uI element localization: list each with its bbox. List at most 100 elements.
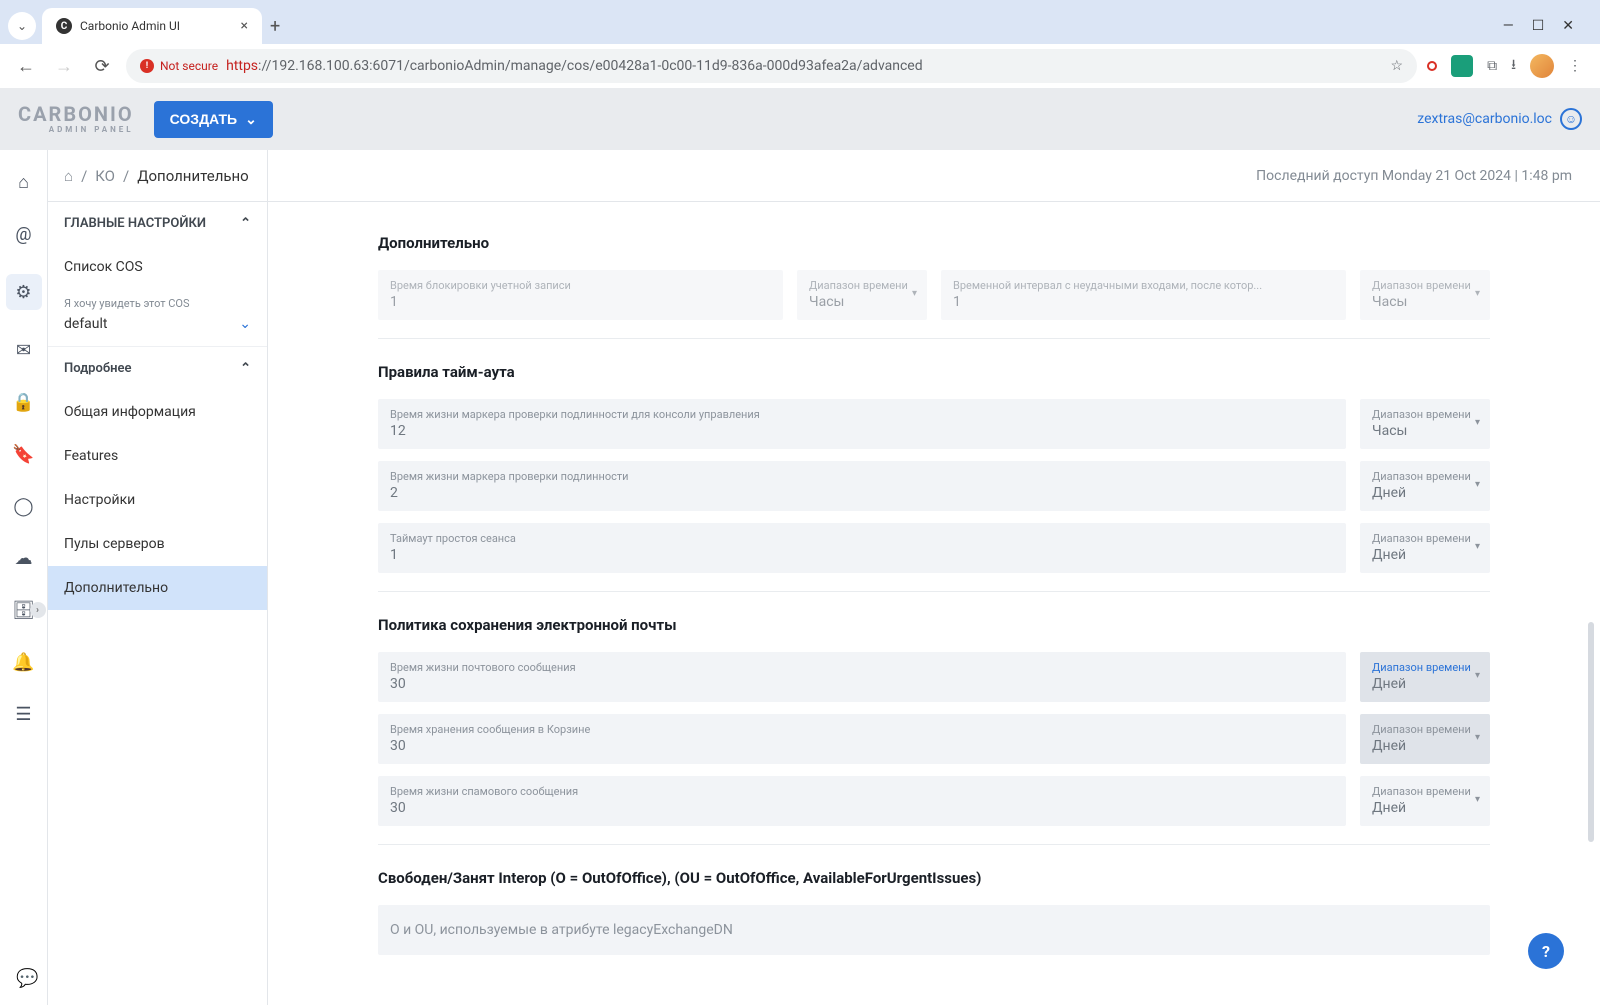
cos-selector[interactable]: Я хочу увидеть этот COS default ⌄ — [48, 289, 267, 347]
chevron-down-icon: ▾ — [1475, 541, 1480, 552]
chevron-down-icon: ▾ — [912, 288, 917, 299]
rail-bookmark-icon[interactable]: 🔖 — [12, 442, 36, 466]
rail-bell-icon[interactable]: 🔔 — [12, 650, 36, 674]
section-title-timeout: Правила тайм-аута — [378, 363, 1490, 381]
console-token-row: Время жизни маркера проверки подлинности… — [378, 399, 1490, 449]
cos-selector-label: Я хочу увидеть этот COS — [64, 297, 251, 310]
console-token-field[interactable]: Время жизни маркера проверки подлинности… — [378, 399, 1346, 449]
create-button[interactable]: СОЗДАТЬ ⌄ — [154, 101, 273, 138]
rail-home-icon[interactable]: ⌂ — [12, 170, 36, 194]
rail-at-icon[interactable]: @ — [12, 222, 36, 246]
fail-interval-field: Временной интервал с неудачными входами,… — [941, 270, 1346, 320]
rail-list-icon[interactable]: ☰ — [12, 702, 36, 726]
sidebar-item-pools[interactable]: Пулы серверов — [48, 522, 267, 566]
auth-token-field[interactable]: Время жизни маркера проверки подлинности… — [378, 461, 1346, 511]
profile-avatar-icon[interactable] — [1530, 54, 1554, 78]
sidebar-item-features[interactable]: Features — [48, 434, 267, 478]
chevron-down-icon: ▾ — [1475, 732, 1480, 743]
extensions-icon[interactable]: ⧉ — [1487, 58, 1497, 74]
breadcrumb: ⌂ / КО / Дополнительно — [48, 150, 267, 202]
breadcrumb-seg1[interactable]: КО — [95, 167, 115, 185]
browser-tab[interactable]: C Carbonio Admin UI × — [42, 8, 262, 44]
spam-row: Время жизни спамового сообщения 30 Диапа… — [378, 776, 1490, 826]
logo: CARBONIO ADMIN PANEL — [18, 104, 134, 134]
rail-storage-icon[interactable]: 🗄› — [12, 598, 36, 622]
rail-backup-icon[interactable]: ☁ — [12, 546, 36, 570]
msg-life-field[interactable]: Время жизни почтового сообщения 30 — [378, 652, 1346, 702]
close-icon[interactable]: × — [241, 18, 248, 34]
rail-lock-icon[interactable]: 🔒 — [12, 390, 36, 414]
sidebar-item-cos-list[interactable]: Список COS — [48, 245, 267, 289]
section-title-advanced: Дополнительно — [378, 234, 1490, 252]
sidebar: ⌂ / КО / Дополнительно ГЛАВНЫЕ НАСТРОЙКИ… — [48, 150, 268, 1005]
sidebar-item-advanced[interactable]: Дополнительно — [48, 566, 267, 610]
sidebar-section-main[interactable]: ГЛАВНЫЕ НАСТРОЙКИ ⌃ — [48, 202, 267, 245]
legacy-dn-row: O и OU, используемые в атрибуте legacyEx… — [378, 905, 1490, 955]
scrollbar-thumb[interactable] — [1588, 622, 1594, 842]
sidebar-item-general[interactable]: Общая информация — [48, 390, 267, 434]
browser-toolbar-icons: ⧉ ⭳ ⋮ — [1427, 54, 1588, 78]
trash-unit-select[interactable]: Диапазон времени Дней ▾ — [1360, 714, 1490, 764]
user-email[interactable]: zextras@carbonio.loc ☺ — [1417, 108, 1582, 130]
content-scroll[interactable]: Дополнительно Время блокировки учетной з… — [268, 202, 1600, 1005]
legacy-dn-field[interactable]: O и OU, используемые в атрибуте legacyEx… — [378, 905, 1490, 955]
main-top-bar: Последний доступ Monday 21 Oct 2024 | 1:… — [268, 150, 1600, 202]
rail-mail-icon[interactable]: ✉ — [12, 338, 36, 362]
reload-icon[interactable]: ⟳ — [88, 52, 116, 80]
lockout-time-field: Время блокировки учетной записи 1 — [378, 270, 783, 320]
maximize-icon[interactable]: ☐ — [1532, 18, 1545, 34]
lockout-row: Время блокировки учетной записи 1 Диапаз… — [378, 270, 1490, 320]
msg-life-unit-select[interactable]: Диапазон времени Дней ▾ — [1360, 652, 1490, 702]
spam-field[interactable]: Время жизни спамового сообщения 30 — [378, 776, 1346, 826]
chevron-down-icon: ⌄ — [239, 316, 251, 332]
chevron-down-icon: ▾ — [1475, 288, 1480, 299]
not-secure-badge[interactable]: ! Not secure — [140, 59, 218, 73]
console-token-unit-select[interactable]: Диапазон времени Часы ▾ — [1360, 399, 1490, 449]
minimize-icon[interactable]: — — [1503, 18, 1514, 34]
tab-title: Carbonio Admin UI — [80, 19, 180, 33]
idle-timeout-unit-select[interactable]: Диапазон времени Дней ▾ — [1360, 523, 1490, 573]
chat-icon[interactable]: 💬 — [16, 968, 38, 989]
main-area: Последний доступ Monday 21 Oct 2024 | 1:… — [268, 150, 1600, 1005]
chevron-down-icon: ▾ — [1475, 794, 1480, 805]
warning-icon: ! — [140, 59, 154, 73]
home-icon[interactable]: ⌂ — [64, 167, 73, 185]
spam-unit-select[interactable]: Диапазон времени Дней ▾ — [1360, 776, 1490, 826]
record-icon[interactable] — [1427, 61, 1437, 71]
extension-icon[interactable] — [1451, 55, 1473, 77]
chevron-down-icon: ⌄ — [245, 111, 257, 128]
msg-life-row: Время жизни почтового сообщения 30 Диапа… — [378, 652, 1490, 702]
fail-interval-unit-select: Диапазон времени Часы ▾ — [1360, 270, 1490, 320]
back-icon[interactable]: ← — [12, 52, 40, 80]
chevron-down-icon: ▾ — [1475, 479, 1480, 490]
trash-field[interactable]: Время хранения сообщения в Корзине 30 — [378, 714, 1346, 764]
menu-icon[interactable]: ⋮ — [1568, 58, 1582, 74]
last-access-label: Последний доступ Monday 21 Oct 2024 | 1:… — [1256, 168, 1572, 184]
rail-gear-icon[interactable]: ⚙ — [6, 274, 42, 310]
close-window-icon[interactable]: ✕ — [1562, 18, 1574, 34]
idle-timeout-field[interactable]: Таймаут простоя сеанса 1 — [378, 523, 1346, 573]
lockout-unit-select: Диапазон времени Часы ▾ — [797, 270, 927, 320]
chevron-down-icon: ▾ — [1475, 417, 1480, 428]
sidebar-item-settings[interactable]: Настройки — [48, 478, 267, 522]
tab-bar: ⌄ C Carbonio Admin UI × + — ☐ ✕ — [0, 0, 1600, 44]
sidebar-section-details[interactable]: Подробнее ⌃ — [48, 347, 267, 390]
url-input[interactable]: ! Not secure https://192.168.100.63:6071… — [126, 49, 1417, 83]
divider — [378, 338, 1490, 339]
cos-selector-value: default — [64, 316, 108, 332]
address-bar: ← → ⟳ ! Not secure https://192.168.100.6… — [0, 44, 1600, 88]
new-tab-button[interactable]: + — [270, 16, 280, 37]
rail-shield-icon[interactable]: ◯ — [12, 494, 36, 518]
divider — [378, 844, 1490, 845]
download-icon[interactable]: ⭳ — [1511, 54, 1516, 78]
help-button[interactable]: ? — [1528, 933, 1564, 969]
auth-token-unit-select[interactable]: Диапазон времени Дней ▾ — [1360, 461, 1490, 511]
not-secure-label: Not secure — [160, 59, 218, 73]
breadcrumb-seg2: Дополнительно — [137, 167, 249, 185]
tab-search-icon[interactable]: ⌄ — [8, 12, 36, 40]
browser-chrome: ⌄ C Carbonio Admin UI × + — ☐ ✕ ← → ⟳ ! … — [0, 0, 1600, 88]
app-body: ⌂ @ ⚙ ✉ 🔒 🔖 ◯ ☁ 🗄› 🔔 ☰ ⌂ / КО / Дополнит… — [0, 150, 1600, 1005]
chevron-up-icon: ⌃ — [240, 216, 251, 231]
rail-expand-icon[interactable]: › — [30, 602, 46, 618]
bookmark-icon[interactable]: ☆ — [1391, 58, 1404, 74]
